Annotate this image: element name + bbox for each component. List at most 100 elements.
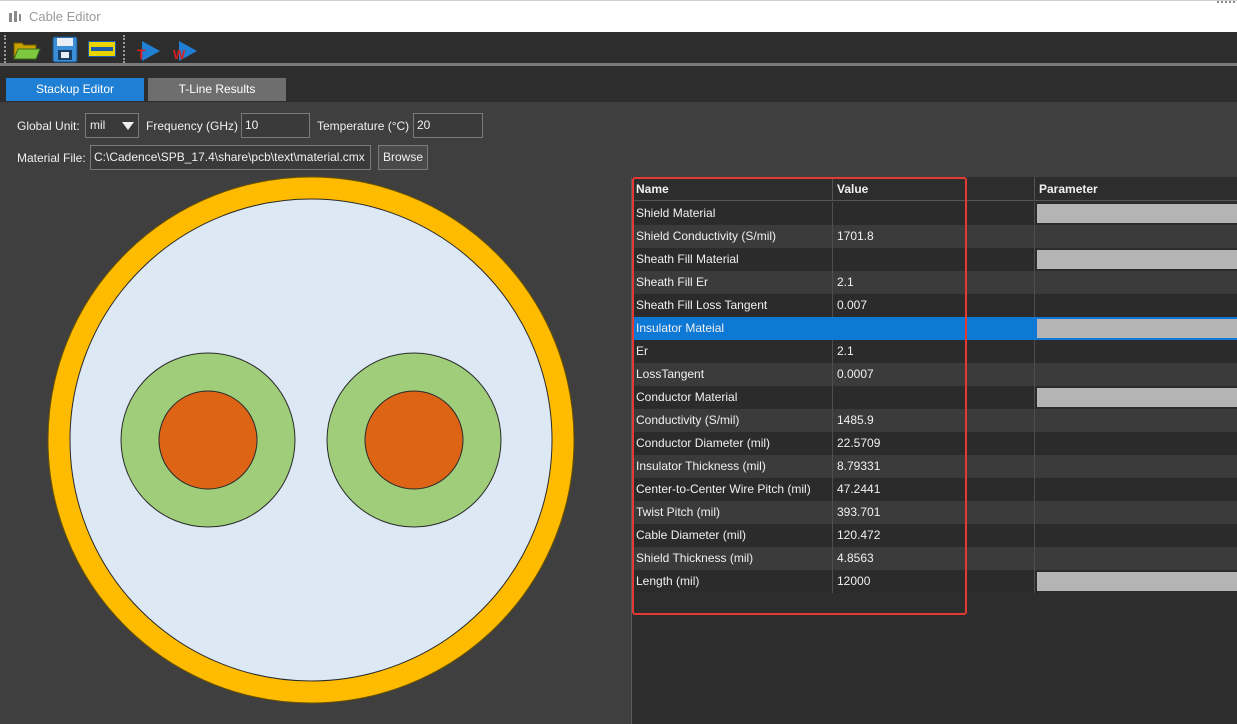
cell-value[interactable] <box>833 317 1035 340</box>
cell-name: Sheath Fill Material <box>632 248 833 271</box>
table-row[interactable]: Insulator Mateial <box>632 317 1237 340</box>
cell-value[interactable]: 1701.8 <box>833 225 1035 248</box>
title-bar: Cable Editor <box>0 0 1237 32</box>
table-row[interactable]: Shield Thickness (mil) 4.8563 <box>632 547 1237 570</box>
cell-value[interactable]: 0.007 <box>833 294 1035 317</box>
toolbar: T W <box>0 32 1237 66</box>
cell-value[interactable]: 4.8563 <box>833 547 1035 570</box>
table-row[interactable]: Sheath Fill Material <box>632 248 1237 271</box>
cell-name: Twist Pitch (mil) <box>632 501 833 524</box>
frequency-input[interactable]: 10 <box>241 113 310 138</box>
table-row[interactable]: Shield Conductivity (S/mil) 1701.8 <box>632 225 1237 248</box>
cell-name: Sheath Fill Er <box>632 271 833 294</box>
cell-value[interactable]: 120.472 <box>833 524 1035 547</box>
cell-name: Shield Material <box>632 202 833 225</box>
cell-name: Conductivity (S/mil) <box>632 409 833 432</box>
cell-name: Sheath Fill Loss Tangent <box>632 294 833 317</box>
cell-name: Shield Conductivity (S/mil) <box>632 225 833 248</box>
cell-name: Conductor Material <box>632 386 833 409</box>
tab-stackup-editor[interactable]: Stackup Editor <box>6 78 144 101</box>
cell-value[interactable]: 22.5709 <box>833 432 1035 455</box>
save-icon[interactable] <box>50 35 80 63</box>
global-unit-select[interactable]: mil <box>85 113 139 138</box>
table-row[interactable]: Conductivity (S/mil) 1485.9 <box>632 409 1237 432</box>
cell-parameter[interactable] <box>1035 294 1237 317</box>
table-row[interactable]: Conductor Diameter (mil) 22.5709 <box>632 432 1237 455</box>
export-t-icon[interactable]: T <box>134 35 164 63</box>
cell-parameter[interactable] <box>1035 547 1237 570</box>
temperature-input[interactable]: 20 <box>413 113 483 138</box>
parameter-dropdown[interactable] <box>1037 319 1237 338</box>
tab-strip: Stackup Editor T-Line Results <box>0 66 1237 102</box>
cell-parameter[interactable] <box>1035 271 1237 294</box>
cell-value[interactable]: 1485.9 <box>833 409 1035 432</box>
cell-parameter[interactable] <box>1035 524 1237 547</box>
tab-t-line-results[interactable]: T-Line Results <box>148 78 286 101</box>
cell-name: Shield Thickness (mil) <box>632 547 833 570</box>
layer-icon[interactable] <box>87 35 117 63</box>
global-unit-label: Global Unit: <box>17 119 80 133</box>
toolbar-separator <box>123 35 125 63</box>
property-grid: Name Value Parameter Shield Material Shie… <box>631 177 1237 724</box>
export-w-icon[interactable]: W <box>171 35 201 63</box>
header-parameter[interactable]: Parameter <box>1035 177 1237 201</box>
table-row[interactable]: Er 2.1 <box>632 340 1237 363</box>
cell-parameter[interactable] <box>1035 478 1237 501</box>
cell-value[interactable]: 47.2441 <box>833 478 1035 501</box>
open-folder-icon[interactable] <box>11 35 41 63</box>
cell-value[interactable]: 0.0007 <box>833 363 1035 386</box>
parameter-dropdown[interactable] <box>1037 388 1237 407</box>
table-row[interactable]: Center-to-Center Wire Pitch (mil) 47.2441 <box>632 478 1237 501</box>
conductor-right <box>364 390 464 490</box>
header-value[interactable]: Value <box>833 177 1035 201</box>
material-file-label: Material File: <box>17 151 86 165</box>
cell-value[interactable]: 12000 <box>833 570 1035 593</box>
toolbar-grip <box>4 35 6 63</box>
frequency-label: Frequency (GHz) <box>146 119 239 133</box>
cell-name: Conductor Diameter (mil) <box>632 432 833 455</box>
cell-value[interactable] <box>833 248 1035 271</box>
table-row[interactable]: LossTangent 0.0007 <box>632 363 1237 386</box>
table-row[interactable]: Shield Material <box>632 202 1237 225</box>
cell-parameter[interactable] <box>1035 501 1237 524</box>
cell-name: Length (mil) <box>632 570 833 593</box>
browse-button[interactable]: Browse <box>378 145 428 170</box>
table-row[interactable]: Length (mil) 12000 <box>632 570 1237 593</box>
chevron-down-icon <box>122 122 134 130</box>
cell-value[interactable]: 393.701 <box>833 501 1035 524</box>
cell-parameter[interactable] <box>1035 432 1237 455</box>
grid-header: Name Value Parameter <box>632 177 1237 201</box>
svg-text:W: W <box>173 47 186 62</box>
cell-name: Insulator Thickness (mil) <box>632 455 833 478</box>
parameter-dropdown[interactable] <box>1037 572 1237 591</box>
material-file-input[interactable]: C:\Cadence\SPB_17.4\share\pcb\text\mater… <box>90 145 371 170</box>
table-row[interactable]: Cable Diameter (mil) 120.472 <box>632 524 1237 547</box>
cell-value[interactable]: 2.1 <box>833 271 1035 294</box>
table-row[interactable]: Twist Pitch (mil) 393.701 <box>632 501 1237 524</box>
cell-value[interactable]: 8.79331 <box>833 455 1035 478</box>
cell-parameter[interactable] <box>1035 455 1237 478</box>
svg-text:T: T <box>137 46 146 62</box>
header-name[interactable]: Name <box>632 177 833 201</box>
table-row[interactable]: Sheath Fill Er 2.1 <box>632 271 1237 294</box>
app-icon <box>9 11 21 22</box>
cable-cross-section <box>47 176 575 704</box>
cell-parameter[interactable] <box>1035 409 1237 432</box>
parameter-dropdown[interactable] <box>1037 250 1237 269</box>
cell-value[interactable] <box>833 202 1035 225</box>
table-row[interactable]: Sheath Fill Loss Tangent 0.007 <box>632 294 1237 317</box>
cell-name: Center-to-Center Wire Pitch (mil) <box>632 478 833 501</box>
cell-name: Er <box>632 340 833 363</box>
window-controls[interactable] <box>1217 1 1235 5</box>
temperature-label: Temperature (°C) <box>317 119 410 133</box>
table-row[interactable]: Conductor Material <box>632 386 1237 409</box>
cell-value[interactable]: 2.1 <box>833 340 1035 363</box>
cell-name: Cable Diameter (mil) <box>632 524 833 547</box>
parameter-dropdown[interactable] <box>1037 204 1237 223</box>
cell-parameter[interactable] <box>1035 340 1237 363</box>
cell-parameter[interactable] <box>1035 225 1237 248</box>
conductor-left <box>158 390 258 490</box>
table-row[interactable]: Insulator Thickness (mil) 8.79331 <box>632 455 1237 478</box>
cell-parameter[interactable] <box>1035 363 1237 386</box>
cell-value[interactable] <box>833 386 1035 409</box>
